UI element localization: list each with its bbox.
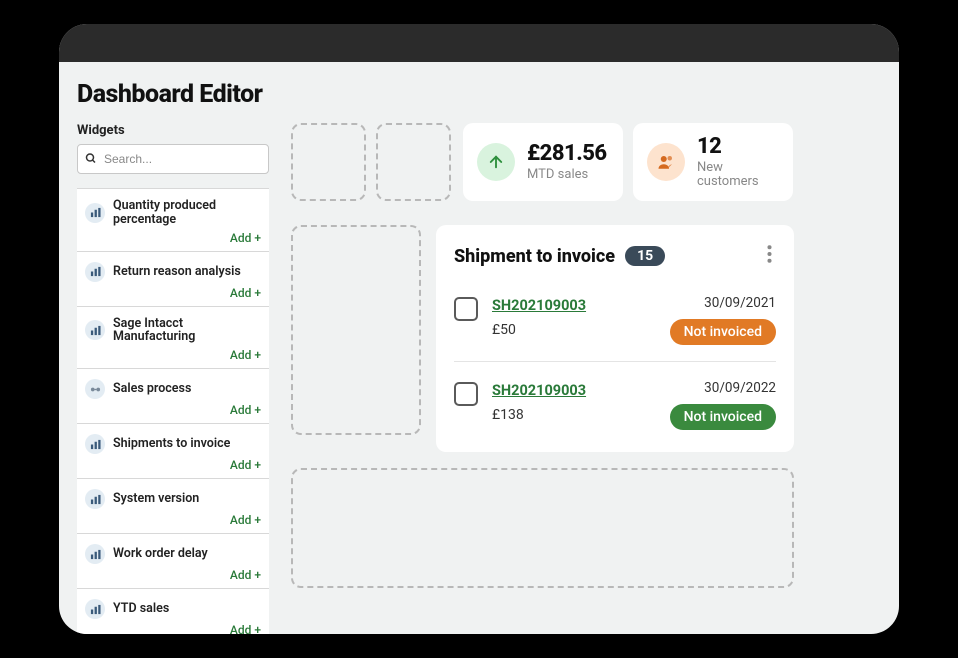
widget-label: Sales process <box>113 382 191 396</box>
add-button[interactable]: Add + <box>230 568 261 582</box>
shipment-id-link[interactable]: SH202109003 <box>492 382 586 399</box>
drop-zone[interactable] <box>376 123 451 201</box>
chart-icon <box>85 262 105 282</box>
chart-icon <box>85 544 105 564</box>
shipment-card[interactable]: Shipment to invoice 15 SH202109003 £50 <box>436 225 794 452</box>
process-icon <box>85 379 105 399</box>
chart-icon <box>85 203 105 223</box>
page-title: Dashboard Editor <box>77 80 881 109</box>
chart-icon <box>85 599 105 619</box>
shipment-id-link[interactable]: SH202109003 <box>492 297 586 314</box>
add-button[interactable]: Add + <box>230 403 261 417</box>
window-titlebar <box>59 24 899 62</box>
widget-item-sage-intacct[interactable]: Sage Intacct Manufacturing Add + <box>77 307 269 370</box>
kebab-menu-icon[interactable] <box>763 241 776 271</box>
widget-label: Shipments to invoice <box>113 437 230 451</box>
content-area: Dashboard Editor Widgets Quantity produc… <box>59 62 899 634</box>
add-button[interactable]: Add + <box>230 231 261 245</box>
drop-zone[interactable] <box>291 123 366 201</box>
search-wrapper <box>77 144 269 174</box>
widget-label: Quantity produced percentage <box>113 199 261 227</box>
widget-item-work-order-delay[interactable]: Work order delay Add + <box>77 534 269 589</box>
widget-item-ytd-sales[interactable]: YTD sales Add + <box>77 589 269 634</box>
chart-icon <box>85 320 105 340</box>
add-button[interactable]: Add + <box>230 458 261 472</box>
widget-label: Sage Intacct Manufacturing <box>113 317 261 345</box>
status-badge: Not invoiced <box>670 319 776 345</box>
shipment-date: 30/09/2021 <box>670 295 776 311</box>
app-window: Dashboard Editor Widgets Quantity produc… <box>59 24 899 634</box>
dashboard-canvas[interactable]: £281.56 MTD sales 12 New customers <box>291 123 881 634</box>
search-icon <box>85 150 97 169</box>
widget-item-shipments-to-invoice[interactable]: Shipments to invoice Add + <box>77 424 269 479</box>
add-button[interactable]: Add + <box>230 348 261 362</box>
shipment-title: Shipment to invoice <box>454 246 615 267</box>
kpi-value: £281.56 <box>527 142 607 166</box>
widget-label: YTD sales <box>113 602 169 616</box>
shipment-date: 30/09/2022 <box>670 380 776 396</box>
shipment-header: Shipment to invoice 15 <box>454 241 776 271</box>
widget-item-quantity-produced[interactable]: Quantity produced percentage Add + <box>77 189 269 252</box>
kpi-sub: New customers <box>697 161 779 190</box>
widget-item-system-version[interactable]: System version Add + <box>77 479 269 534</box>
widget-list: Quantity produced percentage Add + Retur… <box>77 188 269 634</box>
widget-label: System version <box>113 492 199 506</box>
widgets-heading: Widgets <box>77 123 269 138</box>
chart-icon <box>85 489 105 509</box>
search-input[interactable] <box>77 144 269 174</box>
kpi-value: 12 <box>697 135 779 159</box>
shipment-row: SH202109003 £138 30/09/2022 Not invoiced <box>454 361 776 446</box>
widget-item-return-reason[interactable]: Return reason analysis Add + <box>77 252 269 307</box>
drop-zone[interactable] <box>291 468 794 588</box>
shipment-row: SH202109003 £50 30/09/2021 Not invoiced <box>454 285 776 361</box>
chart-icon <box>85 434 105 454</box>
add-button[interactable]: Add + <box>230 513 261 527</box>
add-button[interactable]: Add + <box>230 623 261 634</box>
drop-zone[interactable] <box>291 225 421 435</box>
shipment-amount: £50 <box>492 322 656 338</box>
checkbox[interactable] <box>454 382 478 406</box>
arrow-up-icon <box>477 143 515 181</box>
main-layout: Widgets Quantity produced percentage Add… <box>77 123 881 634</box>
users-icon <box>647 143 685 181</box>
widget-label: Return reason analysis <box>113 265 241 279</box>
shipment-amount: £138 <box>492 407 656 423</box>
widget-label: Work order delay <box>113 547 208 561</box>
widgets-sidebar: Widgets Quantity produced percentage Add… <box>77 123 269 634</box>
checkbox[interactable] <box>454 297 478 321</box>
add-button[interactable]: Add + <box>230 286 261 300</box>
kpi-sub: MTD sales <box>527 168 607 182</box>
status-badge: Not invoiced <box>670 404 776 430</box>
widget-item-sales-process[interactable]: Sales process Add + <box>77 369 269 424</box>
kpi-new-customers[interactable]: 12 New customers <box>633 123 793 201</box>
shipment-count-badge: 15 <box>625 246 665 266</box>
kpi-mtd-sales[interactable]: £281.56 MTD sales <box>463 123 623 201</box>
